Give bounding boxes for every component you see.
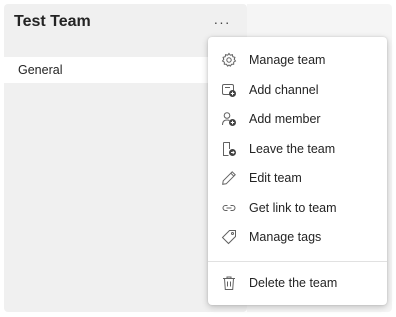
menu-item-label: Leave the team	[249, 142, 336, 156]
more-options-button[interactable]: ···	[210, 12, 234, 32]
team-name: Test Team	[14, 13, 91, 30]
menu-item-label: Delete the team	[249, 276, 338, 290]
menu-divider	[208, 261, 387, 262]
menu-item-label: Manage team	[249, 53, 326, 67]
link-icon	[221, 200, 237, 216]
menu-item-label: Manage tags	[249, 230, 322, 244]
menu-item-leave-team[interactable]: Leave the team	[208, 134, 387, 164]
menu-item-edit-team[interactable]: Edit team	[208, 163, 387, 193]
team-options-menu: Manage team Add channel Add member Leave…	[208, 37, 387, 305]
menu-item-delete-team[interactable]: Delete the team	[208, 268, 387, 298]
menu-item-label: Get link to team	[249, 201, 337, 215]
menu-item-get-link[interactable]: Get link to team	[208, 193, 387, 223]
channel-item-general[interactable]: General	[4, 57, 220, 83]
menu-item-manage-tags[interactable]: Manage tags	[208, 222, 387, 252]
leave-team-icon	[221, 141, 237, 157]
gear-icon	[221, 52, 237, 68]
tag-icon	[221, 229, 237, 245]
menu-item-add-channel[interactable]: Add channel	[208, 75, 387, 105]
menu-item-label: Add channel	[249, 83, 319, 97]
channel-label: General	[18, 63, 63, 77]
menu-item-label: Add member	[249, 112, 321, 126]
menu-item-manage-team[interactable]: Manage team	[208, 45, 387, 75]
trash-icon	[221, 275, 237, 291]
add-channel-icon	[221, 82, 237, 98]
menu-item-label: Edit team	[249, 171, 302, 185]
pencil-icon	[221, 170, 237, 186]
menu-item-add-member[interactable]: Add member	[208, 104, 387, 134]
add-member-icon	[221, 111, 237, 127]
